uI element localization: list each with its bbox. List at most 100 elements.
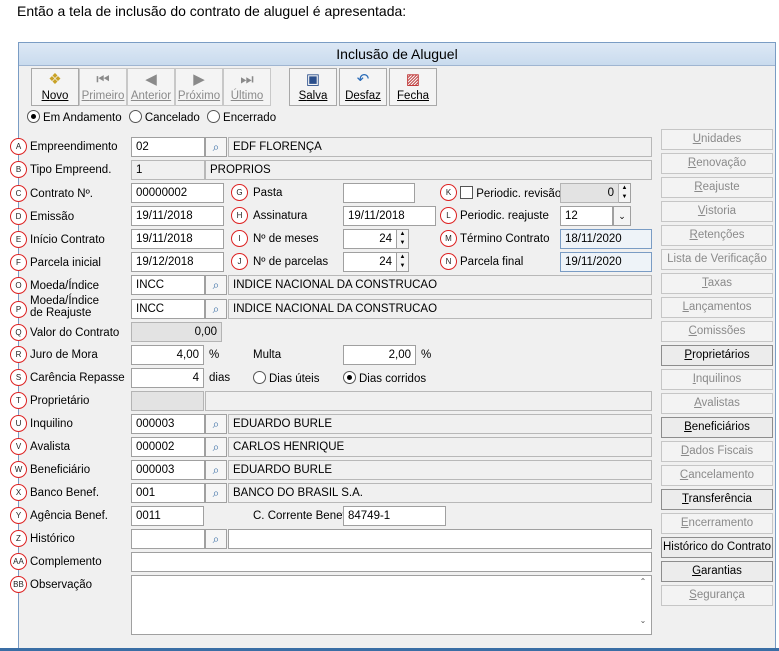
carencia-repasse-input[interactable]: 4 <box>131 368 204 388</box>
side-button-seguranca[interactable]: Segurança <box>661 585 773 606</box>
side-button-dados-fiscais[interactable]: Dados Fiscais <box>661 441 773 462</box>
dias-corridos-option[interactable]: Dias corridos <box>343 371 426 386</box>
side-button-garantias[interactable]: Garantias <box>661 561 773 582</box>
periodic-revisao-checkbox[interactable] <box>460 186 473 199</box>
juro-mora-input[interactable]: 4,00 <box>131 345 204 365</box>
novo-button[interactable]: ❖ Novo <box>31 68 79 106</box>
emissao-input[interactable]: 19/11/2018 <box>131 206 224 226</box>
desfaz-button[interactable]: ↶ Desfaz <box>339 68 387 106</box>
anterior-button[interactable]: ◀ Anterior <box>127 68 175 106</box>
badge-u: U <box>10 415 27 432</box>
historico-text-input[interactable] <box>228 529 652 549</box>
periodic-revisao-input[interactable]: 0 <box>560 183 619 203</box>
chevron-down-icon[interactable]: ⌄ <box>613 206 631 226</box>
label-inicio-contrato: Início Contrato <box>30 234 105 246</box>
side-button-transferencia[interactable]: Transferência <box>661 489 773 510</box>
new-document-icon: ❖ <box>48 71 62 88</box>
search-icon: ⌕ <box>212 302 220 316</box>
side-button-historico-contrato[interactable]: Histórico do Contrato <box>661 537 773 558</box>
label-beneficiario: Beneficiário <box>30 464 91 476</box>
side-button-taxas[interactable]: Taxas <box>661 273 773 294</box>
previous-icon: ◀ <box>145 71 157 88</box>
side-button-proprietarios[interactable]: Proprietários <box>661 345 773 366</box>
side-button-lancamentos[interactable]: Lançamentos <box>661 297 773 318</box>
assinatura-input[interactable]: 19/11/2018 <box>343 206 436 226</box>
inicio-contrato-input[interactable]: 19/11/2018 <box>131 229 224 249</box>
empreendimento-lookup-button[interactable]: ⌕ <box>205 137 227 157</box>
banco-code-input[interactable]: 001 <box>131 483 205 503</box>
badge-w: W <box>10 461 27 478</box>
n-meses-input[interactable]: 24 <box>343 229 397 249</box>
empreendimento-code-input[interactable]: 02 <box>131 137 205 157</box>
side-button-inquilinos[interactable]: Inquilinos <box>661 369 773 390</box>
observacao-textarea[interactable] <box>131 575 652 635</box>
side-button-cancelamento[interactable]: Cancelamento <box>661 465 773 486</box>
multa-input[interactable]: 2,00 <box>343 345 416 365</box>
contrato-n-input[interactable]: 00000002 <box>131 183 224 203</box>
inquilino-lookup-button[interactable]: ⌕ <box>205 414 227 434</box>
moeda-reajuste-lookup-button[interactable]: ⌕ <box>205 299 227 319</box>
fecha-button[interactable]: ▨ Fecha <box>389 68 437 106</box>
beneficiario-lookup-button[interactable]: ⌕ <box>205 460 227 480</box>
inclusao-aluguel-window: Inclusão de Aluguel ❖ Novo ⏮ Primeiro ◀ … <box>10 42 776 651</box>
dias-uteis-option[interactable]: Dias úteis <box>253 371 320 386</box>
banco-lookup-button[interactable]: ⌕ <box>205 483 227 503</box>
scroll-up-icon[interactable]: ⌃ <box>636 577 650 586</box>
avalista-lookup-button[interactable]: ⌕ <box>205 437 227 457</box>
label-termino-contrato: Término Contrato <box>460 233 550 245</box>
moeda-lookup-button[interactable]: ⌕ <box>205 275 227 295</box>
salva-button[interactable]: ▣ Salva <box>289 68 337 106</box>
historico-code-input[interactable] <box>131 529 205 549</box>
n-meses-spinner[interactable]: ▲ ▼ <box>397 229 409 249</box>
novo-label: Novo <box>41 90 69 102</box>
radio-cancelado[interactable] <box>128 110 142 123</box>
side-button-encerramento[interactable]: Encerramento <box>661 513 773 534</box>
side-button-vistoria[interactable]: Vistoria <box>661 201 773 222</box>
radio-dias-uteis[interactable] <box>253 371 266 384</box>
c-corrente-input[interactable]: 84749-1 <box>343 506 446 526</box>
moeda-reajuste-code-input[interactable]: INCC <box>131 299 205 319</box>
avalista-code-input[interactable]: 000002 <box>131 437 205 457</box>
side-button-renovacao[interactable]: Renovação <box>661 153 773 174</box>
moeda-code-input[interactable]: INCC <box>131 275 205 295</box>
side-button-lista-verificacao[interactable]: Lista de Verificação <box>661 249 773 270</box>
complemento-input[interactable] <box>131 552 652 572</box>
side-button-retencoes[interactable]: Retenções <box>661 225 773 246</box>
status-encerrado[interactable]: Encerrado <box>207 110 276 124</box>
n-parcelas-spinner[interactable]: ▲ ▼ <box>397 252 409 272</box>
beneficiario-code-input[interactable]: 000003 <box>131 460 205 480</box>
label-avalista: Avalista <box>30 441 71 453</box>
periodic-revisao-checkbox-label[interactable]: Periodic. revisão <box>460 186 561 201</box>
pasta-input[interactable] <box>343 183 415 203</box>
periodic-reajuste-select[interactable]: 12 <box>560 206 613 226</box>
ultimo-label: Último <box>230 90 264 102</box>
radio-em-andamento[interactable] <box>27 110 40 123</box>
periodic-revisao-spinner[interactable]: ▲ ▼ <box>619 183 631 203</box>
side-button-reajuste[interactable]: Reajuste <box>661 177 773 198</box>
label-c-corrente-benef: C. Corrente Benef. <box>253 510 349 522</box>
primeiro-button[interactable]: ⏮ Primeiro <box>79 68 127 106</box>
parcela-inicial-input[interactable]: 19/12/2018 <box>131 252 224 272</box>
observacao-scrollbar[interactable]: ⌃ ⌄ <box>636 577 650 633</box>
badge-n: N <box>440 253 457 270</box>
ultimo-button[interactable]: ⏭ Último <box>223 68 271 106</box>
side-button-beneficiarios[interactable]: Beneficiários <box>661 417 773 438</box>
proximo-button[interactable]: ▶ Próximo <box>175 68 223 106</box>
badge-f: F <box>10 254 27 271</box>
status-em-andamento[interactable]: Em Andamento <box>27 110 122 124</box>
historico-lookup-button[interactable]: ⌕ <box>205 529 227 549</box>
scroll-down-icon[interactable]: ⌄ <box>636 616 650 625</box>
status-cancelado[interactable]: Cancelado <box>128 110 200 124</box>
side-button-unidades[interactable]: Unidades <box>661 129 773 150</box>
side-button-avalistas[interactable]: Avalistas <box>661 393 773 414</box>
inquilino-code-input[interactable]: 000003 <box>131 414 205 434</box>
side-button-comissoes[interactable]: Comissões <box>661 321 773 342</box>
badge-c: C <box>10 185 27 202</box>
badge-k: K <box>440 184 457 201</box>
proximo-label: Próximo <box>177 90 221 102</box>
radio-encerrado[interactable] <box>207 110 221 123</box>
badge-d: D <box>10 208 27 225</box>
n-parcelas-input[interactable]: 24 <box>343 252 397 272</box>
agencia-input[interactable]: 0011 <box>131 506 204 526</box>
radio-dias-corridos[interactable] <box>343 371 356 384</box>
